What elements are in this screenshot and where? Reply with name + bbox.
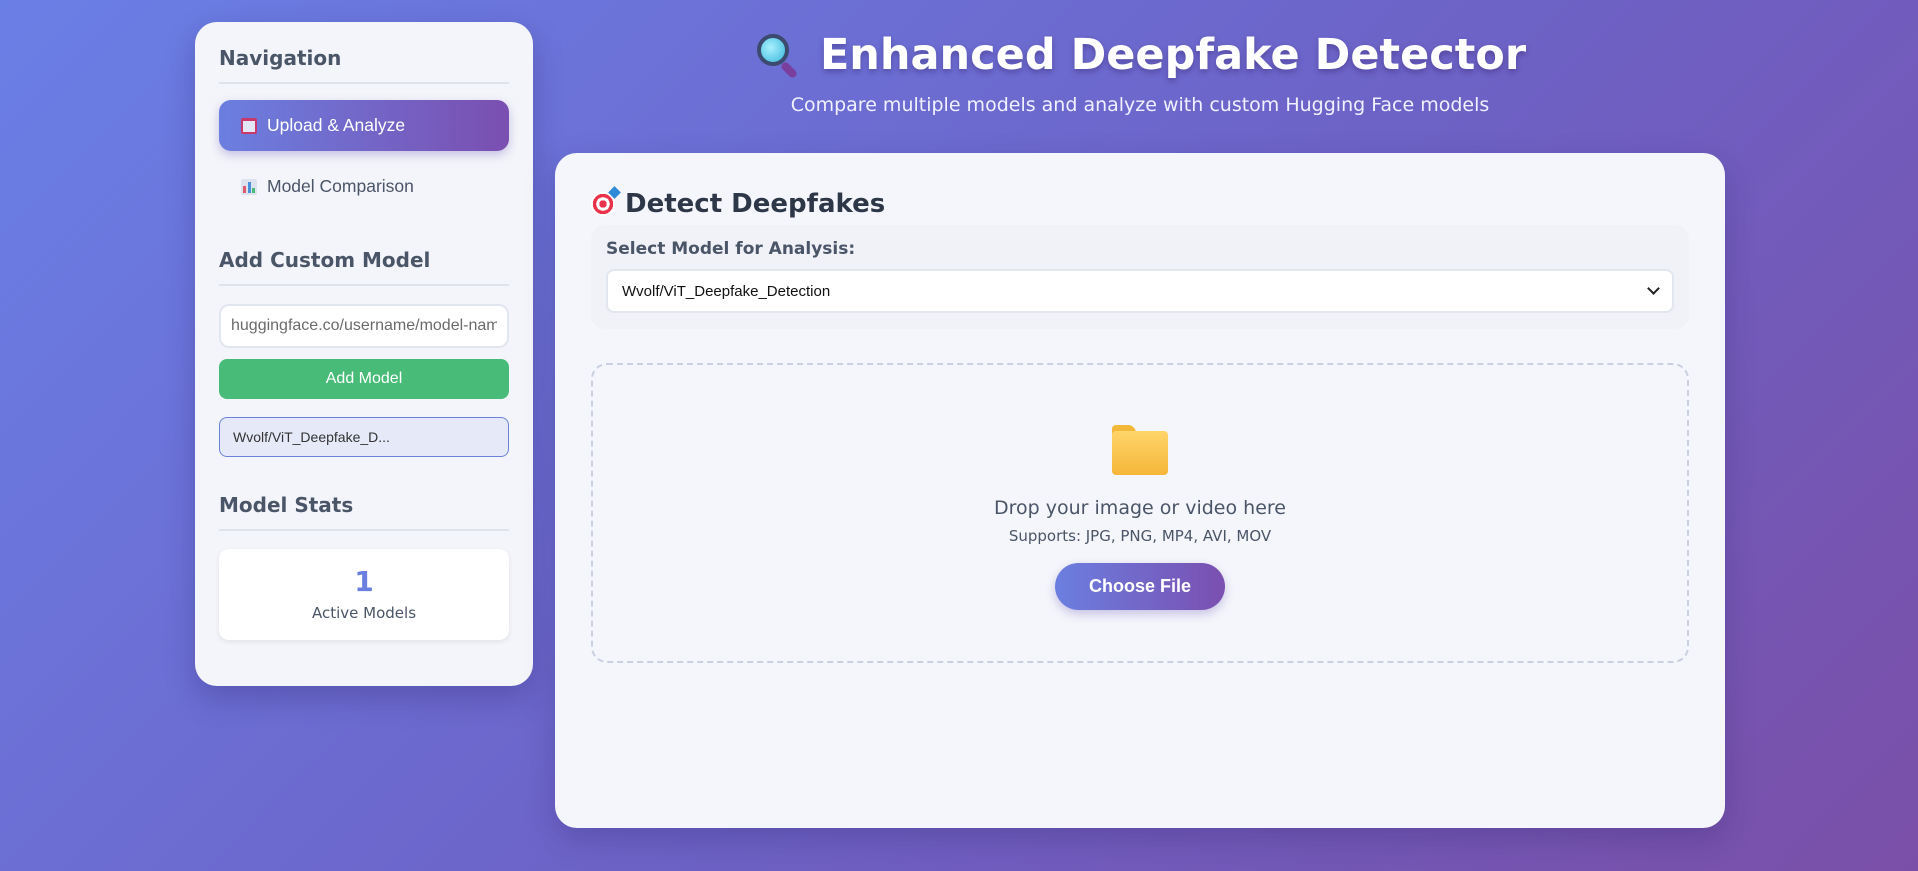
- active-models-count: 1: [354, 565, 374, 599]
- navigation-heading: Navigation: [219, 46, 509, 84]
- active-models-label: Active Models: [311, 603, 417, 622]
- dropzone-text: Drop your image or video here: [994, 497, 1286, 519]
- inbox-tray-icon: [241, 117, 257, 134]
- card-title: Detect Deepfakes: [625, 189, 886, 219]
- choose-file-button[interactable]: Choose File: [1055, 563, 1225, 610]
- model-select-value: Wvolf/ViT_Deepfake_Detection: [622, 282, 831, 300]
- bar-chart-icon: [241, 178, 257, 195]
- card-title-row: Detect Deepfakes: [591, 189, 1689, 219]
- model-url-input[interactable]: [219, 304, 509, 348]
- nav-model-comparison[interactable]: Model Comparison: [219, 161, 509, 212]
- active-models-stat: 1 Active Models: [219, 549, 509, 640]
- add-custom-model-heading: Add Custom Model: [219, 248, 509, 286]
- folder-icon: [1112, 425, 1168, 475]
- nav-model-comparison-label: Model Comparison: [267, 176, 414, 196]
- model-select[interactable]: Wvolf/ViT_Deepfake_Detection: [606, 269, 1674, 313]
- nav-upload-analyze-label: Upload & Analyze: [267, 115, 406, 135]
- page-header: Enhanced Deepfake Detector Compare multi…: [555, 30, 1725, 116]
- target-icon: [591, 192, 615, 216]
- file-dropzone[interactable]: Drop your image or video here Supports: …: [591, 363, 1689, 663]
- detect-card: Detect Deepfakes Select Model for Analys…: [555, 153, 1725, 828]
- sidebar: Navigation Upload & Analyze Model Compar…: [195, 22, 533, 686]
- add-model-button[interactable]: Add Model: [219, 359, 509, 399]
- nav-upload-analyze[interactable]: Upload & Analyze: [219, 100, 509, 151]
- magnifying-glass-icon: [754, 31, 802, 80]
- model-stats-heading: Model Stats: [219, 493, 509, 531]
- model-select-panel: Select Model for Analysis: Wvolf/ViT_Dee…: [591, 225, 1689, 329]
- model-select-label: Select Model for Analysis:: [606, 239, 856, 259]
- custom-model-item[interactable]: Wvolf/ViT_Deepfake_D...: [219, 417, 509, 457]
- title-row: Enhanced Deepfake Detector: [555, 30, 1725, 80]
- page-subtitle: Compare multiple models and analyze with…: [790, 94, 1490, 116]
- chevron-down-icon: [1647, 282, 1660, 295]
- page-title: Enhanced Deepfake Detector: [819, 30, 1527, 80]
- dropzone-supported-formats: Supports: JPG, PNG, MP4, AVI, MOV: [1008, 527, 1272, 545]
